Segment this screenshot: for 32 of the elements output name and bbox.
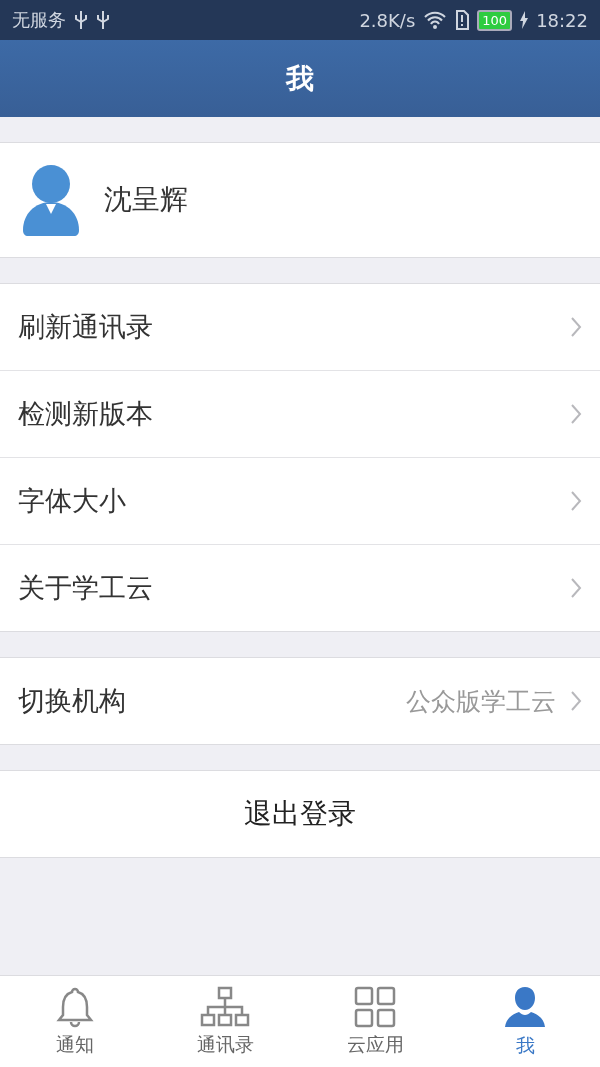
avatar-icon bbox=[22, 164, 80, 236]
page-title: 我 bbox=[286, 60, 314, 97]
wifi-icon bbox=[423, 10, 448, 30]
profile-card[interactable]: 沈呈辉 bbox=[0, 142, 600, 258]
person-icon bbox=[503, 984, 547, 1029]
org-chart-icon bbox=[199, 985, 251, 1028]
usb-icon bbox=[74, 10, 88, 30]
chevron-icon bbox=[570, 577, 582, 599]
clock: 18:22 bbox=[536, 9, 588, 31]
sim-alert-icon bbox=[455, 10, 470, 30]
grid-icon bbox=[354, 985, 396, 1028]
tab[interactable]: 通知 bbox=[0, 976, 150, 1067]
menu-item[interactable]: 检测新版本 bbox=[0, 370, 600, 457]
charging-icon bbox=[520, 11, 529, 29]
chevron-icon bbox=[570, 690, 582, 712]
menu-value: 公众版学工云 bbox=[406, 685, 556, 718]
tab[interactable]: 通讯录 bbox=[150, 976, 300, 1067]
tab[interactable]: 我 bbox=[450, 976, 600, 1067]
bell-icon bbox=[56, 985, 94, 1028]
battery-level: 100 bbox=[477, 9, 513, 31]
menu-item[interactable]: 关于学工云 bbox=[0, 544, 600, 631]
usb-icon bbox=[96, 10, 110, 30]
chevron-icon bbox=[570, 490, 582, 512]
user-name: 沈呈辉 bbox=[104, 182, 188, 218]
carrier-text: 无服务 bbox=[12, 8, 66, 32]
chevron-icon bbox=[570, 403, 582, 425]
menu-item[interactable]: 字体大小 bbox=[0, 457, 600, 544]
menu-item[interactable]: 刷新通讯录 bbox=[0, 284, 600, 370]
menu-item[interactable]: 切换机构 公众版学工云 bbox=[0, 658, 600, 744]
tab[interactable]: 云应用 bbox=[300, 976, 450, 1067]
network-speed: 2.8K/s bbox=[359, 9, 416, 31]
chevron-icon bbox=[570, 316, 582, 338]
